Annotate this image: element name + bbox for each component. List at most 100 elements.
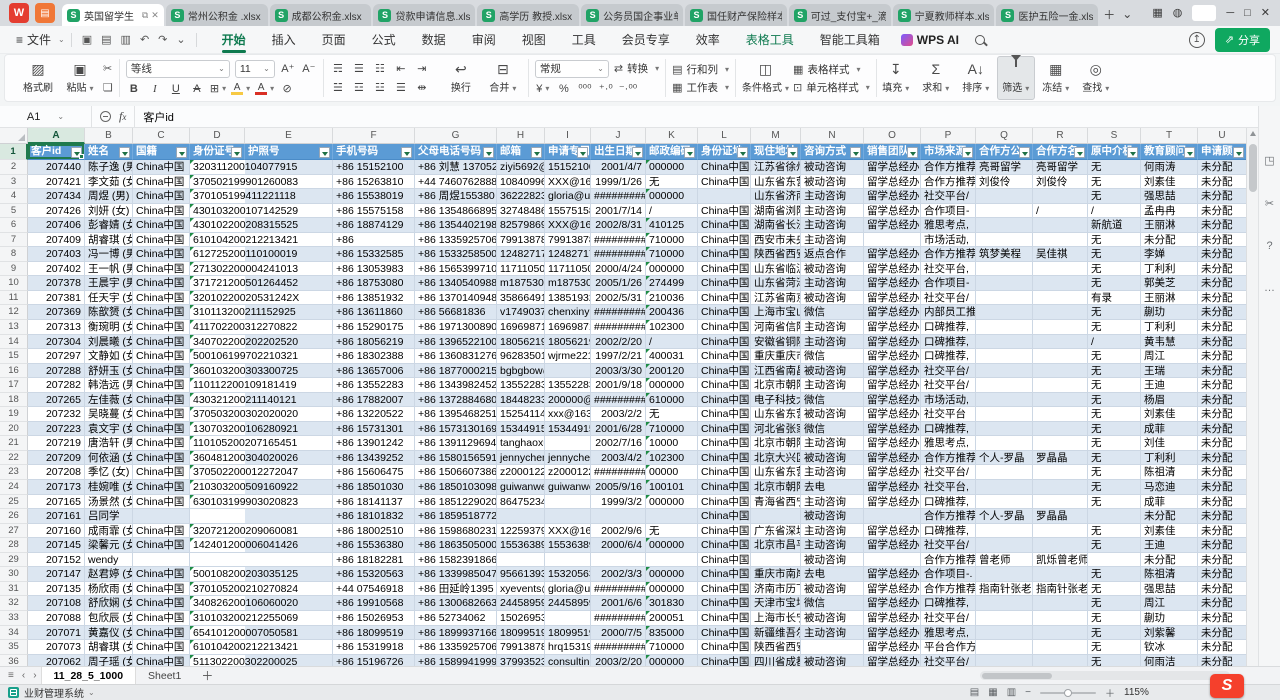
cell-T18[interactable]: 杨眉 [1141,393,1198,408]
row-header-16[interactable]: 16 [0,364,28,379]
row-header-12[interactable]: 12 [0,305,28,320]
cell-S15[interactable]: 无 [1088,349,1141,364]
cell-Q31[interactable]: 指南针张老 [976,582,1033,597]
cell-I7[interactable]: 799138782 [545,233,591,248]
row-header-26[interactable]: 26 [0,509,28,524]
cell-R2[interactable]: 亮哥留学 [1033,160,1088,175]
cell-F16[interactable]: +86 13657006 [333,364,415,379]
cell-P30[interactable]: 合作项目-. [921,567,976,582]
cell-S16[interactable]: 无 [1088,364,1141,379]
cell-K12[interactable]: 200436 [646,305,698,320]
cell-D4[interactable]: 370105199411221118 [190,189,245,204]
cell-R3[interactable]: 刘俊伶 [1033,175,1088,190]
cell-Q10[interactable] [976,276,1033,291]
highlight-color-icon[interactable]: A▾ [231,81,250,97]
cell-U21[interactable]: 未分配 [1198,436,1246,451]
cell-N21[interactable]: 主动咨询 [801,436,864,451]
new-tab-button[interactable]: ＋ [1100,4,1118,24]
cell-B20[interactable]: 袁文宇 (女 [85,422,133,437]
cell-F27[interactable]: +86 18002510 [333,524,415,539]
cell-F22[interactable]: +86 13439252 [333,451,415,466]
cell-A10[interactable]: 207378 [28,276,85,291]
cell-Q20[interactable] [976,422,1033,437]
cell-L32[interactable]: China中国 [698,596,751,611]
cell-R22[interactable]: 罗晶晶 [1033,451,1088,466]
align-right-icon[interactable]: ☳ [372,80,388,96]
cell-D21[interactable]: 110105200207165451 [190,436,245,451]
cell-D6[interactable]: 430102200208315525 [190,218,245,233]
cell-H16[interactable]: bgbgbow@ [497,364,545,379]
cell-L11[interactable]: China中国 [698,291,751,306]
row-header-14[interactable]: 14 [0,335,28,350]
cell-M5[interactable]: 湖南省浏阳 [751,204,801,219]
cell-C24[interactable]: China中国 [133,480,190,495]
cell-M4[interactable]: 山东省济南 [751,189,801,204]
cell-O10[interactable]: 留学总经办 [864,276,921,291]
cell-C34[interactable]: China中国 [133,626,190,641]
cell-J10[interactable]: 2005/1/26 [591,276,646,291]
filter-dropdown-icon[interactable] [684,147,695,158]
cell-P8[interactable]: 合作方推荐 [921,247,976,262]
cell-O6[interactable]: 留学总经办 [864,218,921,233]
cell-H12[interactable]: v17490376 [497,305,545,320]
cell-R9[interactable] [1033,262,1088,277]
underline-button[interactable]: U [168,81,184,97]
cell-C28[interactable]: China中国 [133,538,190,553]
cell-Q18[interactable] [976,393,1033,408]
header-cell-B1[interactable]: 姓名 [85,144,133,160]
cell-J17[interactable]: 2001/9/18 [591,378,646,393]
cell-O8[interactable]: 留学总经办 [864,247,921,262]
cell-J16[interactable]: 2003/3/30 [591,364,646,379]
cell-T3[interactable]: 刘素佳 [1141,175,1198,190]
cell-H26[interactable] [497,509,545,524]
cell-U11[interactable]: 未分配 [1198,291,1246,306]
cell-Q12[interactable] [976,305,1033,320]
row-header-15[interactable]: 15 [0,349,28,364]
header-cell-Q1[interactable]: 合作方公 [976,144,1033,160]
cell-O4[interactable]: 留学总经办 [864,189,921,204]
cell-O13[interactable]: 留学总经办 [864,320,921,335]
cell-N22[interactable]: 被动咨询 [801,451,864,466]
cell-H8[interactable]: 124827175 [497,247,545,262]
cell-I30[interactable]: 153205639 [545,567,591,582]
cell-Q8[interactable]: 筑梦美程 [976,247,1033,262]
strikethrough-button[interactable]: A [189,81,205,97]
cell-R21[interactable] [1033,436,1088,451]
cell-L13[interactable]: China中国 [698,320,751,335]
row-header-8[interactable]: 8 [0,247,28,262]
menu-item-表格工具[interactable]: 表格工具 [733,26,807,54]
row-header-30[interactable]: 30 [0,567,28,582]
cell-Q33[interactable] [976,611,1033,626]
cell-I4[interactable]: gloria@uk [545,189,591,204]
cell-A14[interactable]: 207304 [28,335,85,350]
cell-O34[interactable]: 留学总经办 [864,626,921,641]
cell-O2[interactable]: 留学总经办 [864,160,921,175]
cell-D22[interactable]: 360481200304020026 [190,451,245,466]
row-header-29[interactable]: 29 [0,553,28,568]
cell-Q34[interactable] [976,626,1033,641]
cell-R31[interactable]: 指南针张老 [1033,582,1088,597]
cell-I21[interactable] [545,436,591,451]
scroll-up-icon[interactable] [1250,131,1256,136]
filter-dropdown-icon[interactable] [907,147,918,158]
cell-U34[interactable]: 未分配 [1198,626,1246,641]
filter-dropdown-icon[interactable] [962,147,973,158]
cell-P10[interactable]: 合作项目- [921,276,976,291]
cell-S12[interactable]: 无 [1088,305,1141,320]
cell-J31[interactable]: ######### [591,582,646,597]
cell-F12[interactable]: +86 13611860 [333,305,415,320]
header-cell-N1[interactable]: 咨询方式 [801,144,864,160]
cell-D15[interactable]: 500106199702210321 [190,349,245,364]
cell-N13[interactable]: 主动咨询 [801,320,864,335]
column-header-N[interactable]: N [801,128,864,144]
document-tab-6[interactable]: S国任财产保险样本.x [685,4,787,26]
menu-item-数据[interactable]: 数据 [409,26,459,54]
cell-Q30[interactable] [976,567,1033,582]
cell-B13[interactable]: 衡琬明 (女 [85,320,133,335]
freeze-button[interactable]: ▦冻结▾ [1037,56,1075,100]
cell-D3[interactable]: 370502199901260083 [190,175,245,190]
cell-S34[interactable]: 无 [1088,626,1141,641]
cell-L8[interactable]: China中国 [698,247,751,262]
cell-R7[interactable] [1033,233,1088,248]
cell-N16[interactable]: 被动咨询 [801,364,864,379]
